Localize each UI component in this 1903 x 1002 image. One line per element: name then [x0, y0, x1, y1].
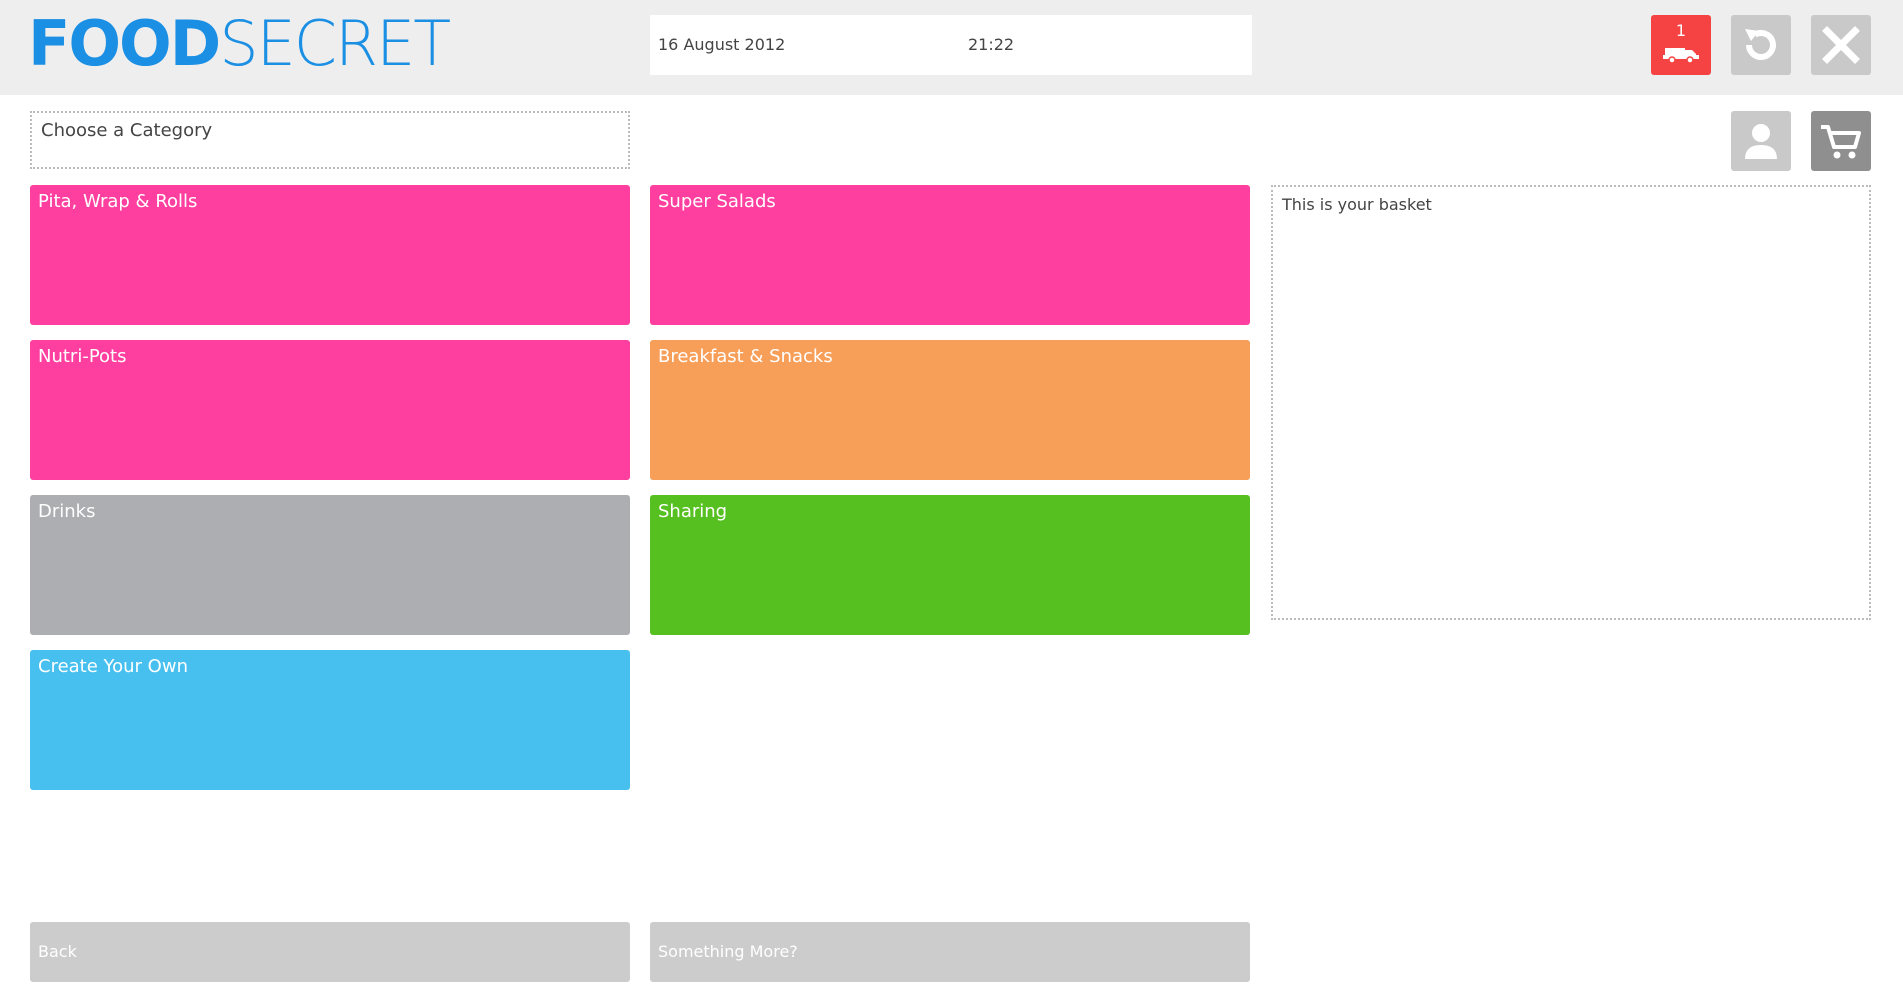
category-drinks[interactable]: Drinks	[30, 495, 630, 635]
something-more-button[interactable]: Something More?	[650, 922, 1250, 982]
close-button[interactable]	[1811, 15, 1871, 75]
shopping-cart-icon	[1821, 125, 1861, 159]
choose-category-label: Choose a Category	[30, 111, 630, 169]
basket-text: This is your basket	[1282, 195, 1432, 214]
something-more-label: Something More?	[658, 942, 798, 961]
delivery-count-badge: 1	[1675, 21, 1687, 40]
user-button[interactable]	[1731, 111, 1791, 171]
date-time-display: 16 August 2012 21:22	[650, 15, 1252, 75]
close-icon	[1822, 26, 1860, 64]
category-label: Pita, Wrap & Rolls	[38, 191, 198, 212]
category-label: Super Salads	[658, 191, 776, 212]
category-sharing[interactable]: Sharing	[650, 495, 1250, 635]
category-label: Breakfast & Snacks	[658, 346, 833, 367]
basket-panel: This is your basket	[1271, 185, 1871, 620]
back-label: Back	[38, 942, 77, 961]
category-label: Nutri-Pots	[38, 346, 127, 367]
back-button[interactable]: Back	[30, 922, 630, 982]
category-super-salads[interactable]: Super Salads	[650, 185, 1250, 325]
category-create-your-own[interactable]: Create Your Own	[30, 650, 630, 790]
refresh-icon	[1745, 29, 1776, 60]
category-label: Drinks	[38, 501, 96, 522]
cart-button[interactable]	[1811, 111, 1871, 171]
refresh-button[interactable]	[1731, 15, 1791, 75]
current-date: 16 August 2012	[658, 35, 786, 54]
category-prompt-text: Choose a Category	[41, 120, 213, 141]
foodsecret-logo: FOOD SECRET	[28, 7, 451, 80]
category-label: Sharing	[658, 501, 728, 522]
logo-food: FOOD	[28, 7, 221, 80]
category-pita-wrap-rolls[interactable]: Pita, Wrap & Rolls	[30, 185, 630, 325]
header-bar: FOOD SECRET 16 August 2012 21:22 1	[0, 0, 1903, 95]
category-breakfast-snacks[interactable]: Breakfast & Snacks	[650, 340, 1250, 480]
logo-secret: SECRET	[219, 7, 451, 80]
delivery-button[interactable]: 1	[1651, 15, 1711, 75]
user-icon	[1745, 124, 1777, 159]
category-label: Create Your Own	[38, 656, 188, 677]
current-time: 21:22	[968, 35, 1015, 54]
category-nutri-pots[interactable]: Nutri-Pots	[30, 340, 630, 480]
delivery-van-icon	[1663, 48, 1699, 64]
